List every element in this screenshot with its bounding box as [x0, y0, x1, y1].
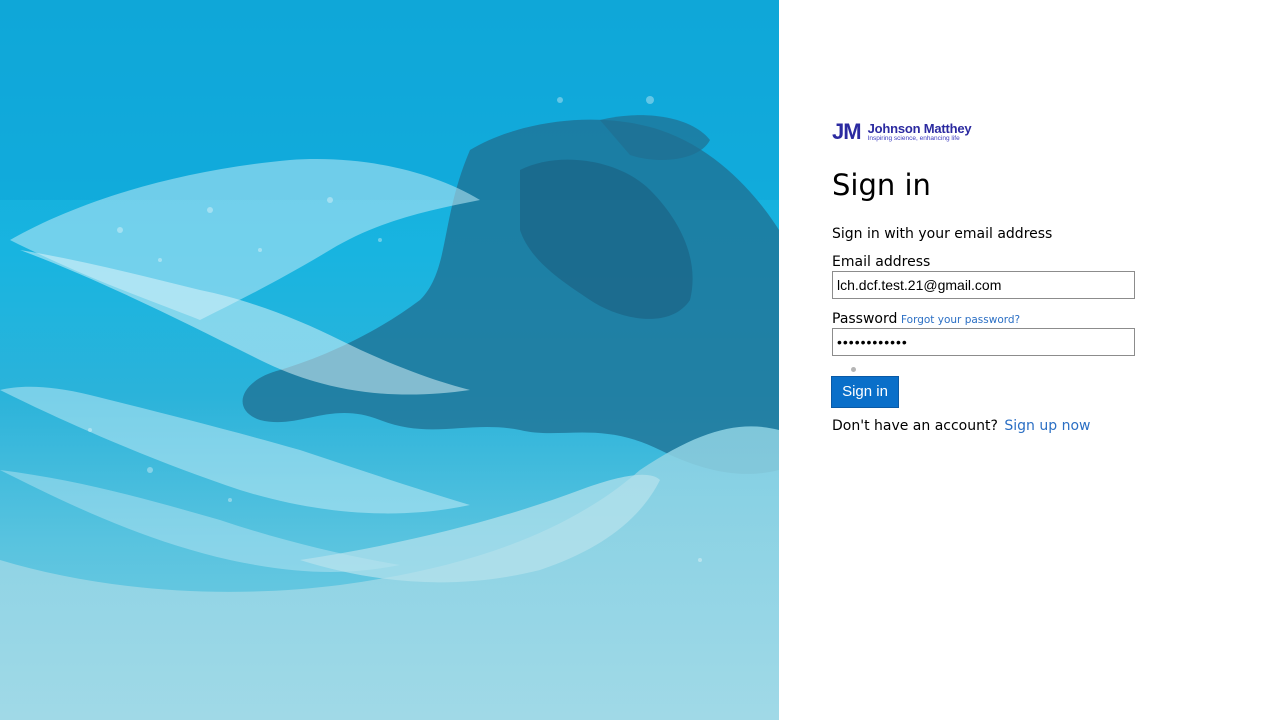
- password-field[interactable]: [832, 328, 1135, 356]
- johnson-matthey-logo: JM Johnson Matthey Inspiring science, en…: [832, 119, 994, 145]
- sign-in-button[interactable]: Sign in: [831, 376, 899, 408]
- page-title: Sign in: [832, 168, 931, 202]
- logo-name: Johnson Matthey: [867, 120, 972, 136]
- sign-up-row: Don't have an account? Sign up now: [832, 417, 1090, 435]
- email-label: Email address: [832, 254, 931, 270]
- sign-in-panel: JM Johnson Matthey Inspiring science, en…: [779, 0, 1280, 720]
- password-label: Password: [832, 311, 898, 327]
- logo-wordmark: Johnson Matthey Inspiring science, enhan…: [868, 122, 972, 143]
- logo-mark: JM: [832, 119, 862, 144]
- sign-in-page: JM Johnson Matthey Inspiring science, en…: [0, 0, 1280, 720]
- forgot-password-link[interactable]: Forgot your password?: [901, 313, 1020, 327]
- ocean-illustration: [0, 0, 779, 720]
- ocean-aerial-image: [0, 0, 779, 720]
- logo-tagline: Inspiring science, enhancing life: [867, 134, 960, 142]
- sign-in-subtitle: Sign in with your email address: [832, 226, 1053, 242]
- loading-indicator: [851, 367, 856, 372]
- sign-up-link[interactable]: Sign up now: [1004, 418, 1090, 434]
- no-account-text: Don't have an account?: [832, 418, 998, 434]
- email-field[interactable]: [832, 271, 1135, 299]
